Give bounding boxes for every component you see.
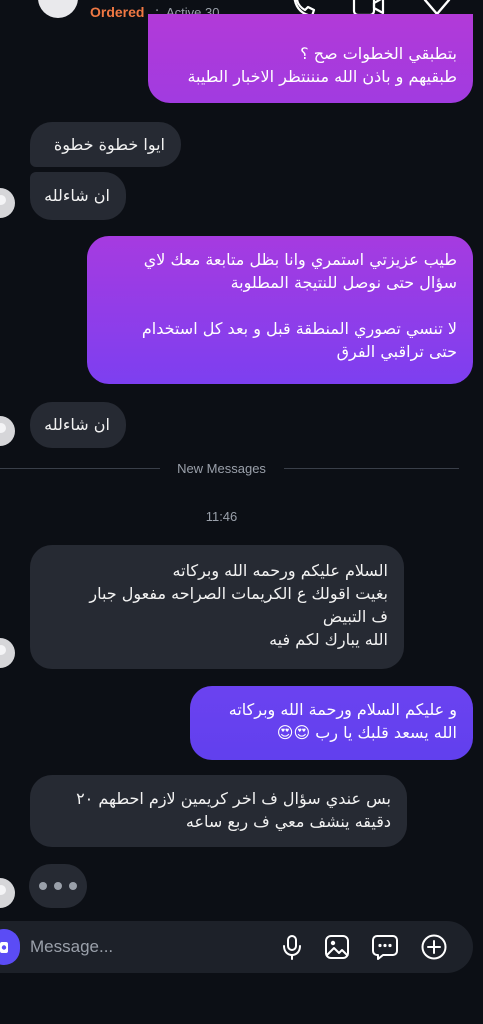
message-incoming[interactable]: ايوا خطوة خطوة: [30, 122, 181, 167]
message-incoming[interactable]: ان شاءلله: [30, 172, 126, 220]
contact-name[interactable]: Ordered: [90, 4, 144, 20]
sender-avatar[interactable]: [0, 416, 15, 446]
message-timestamp: 11:46: [205, 509, 238, 524]
camera-icon[interactable]: [0, 929, 20, 965]
plus-icon[interactable]: [420, 933, 448, 961]
microphone-icon[interactable]: [278, 933, 306, 961]
message-composer: [0, 921, 473, 973]
sender-avatar[interactable]: [0, 638, 15, 668]
sticker-icon[interactable]: [371, 933, 399, 961]
sender-avatar[interactable]: [0, 188, 15, 218]
message-incoming[interactable]: ان شاءلله: [30, 402, 126, 448]
message-outgoing[interactable]: بتطبقي الخطوات صح ؟ طبقيهم و باذن الله م…: [148, 14, 473, 103]
message-incoming[interactable]: السلام عليكم ورحمه الله وبركاته بغيت اقو…: [30, 545, 404, 669]
message-outgoing[interactable]: و عليكم السلام ورحمة الله وبركاته الله ي…: [190, 686, 473, 760]
message-outgoing[interactable]: طيب عزيزتي استمري وانا بظل متابعة معك لا…: [87, 236, 473, 384]
message-input[interactable]: [30, 934, 250, 960]
divider-line-right: [284, 468, 459, 469]
typing-indicator: [29, 864, 87, 908]
gallery-icon[interactable]: [323, 933, 351, 961]
contact-avatar[interactable]: [38, 0, 78, 18]
message-incoming[interactable]: بس عندي سؤال ف اخر كريمين لازم احطهم ٢٠ …: [30, 775, 407, 847]
sender-avatar[interactable]: [0, 878, 15, 908]
